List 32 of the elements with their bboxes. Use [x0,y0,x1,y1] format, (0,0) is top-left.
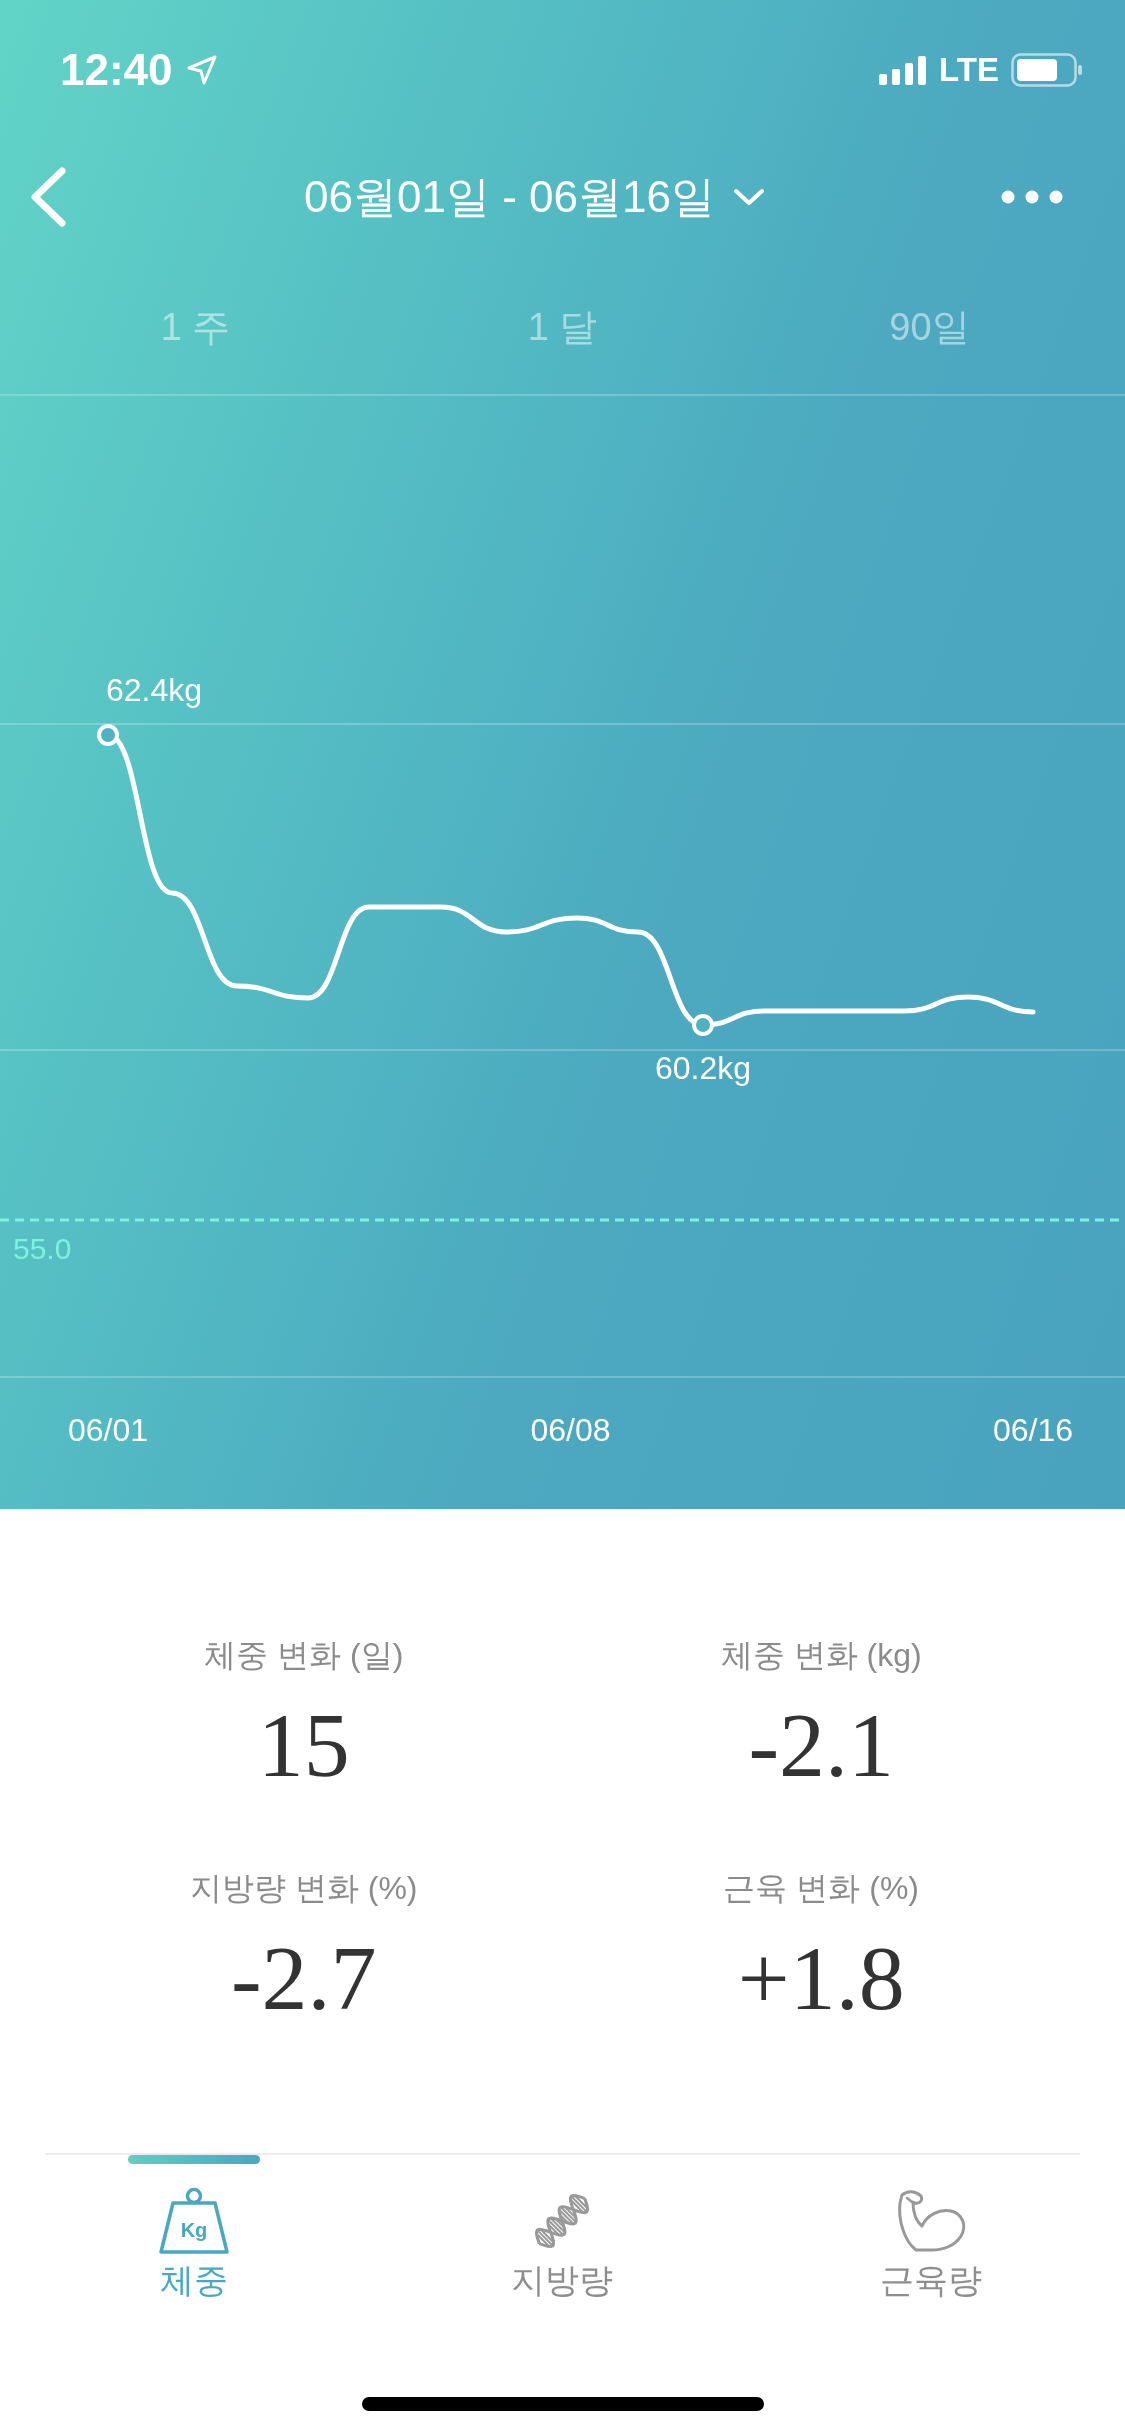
caret-icon [732,187,765,207]
period-tab[interactable]: 1 달 [511,297,614,359]
point-marker-icon [692,1014,714,1036]
point-value-label: 62.4kg [106,674,203,706]
location-arrow-icon [186,55,217,85]
stat-value: 15 [257,1695,350,1795]
stat-label: 지방량 변화 (%) [189,1869,418,1908]
x-axis-label: 06/08 [530,1414,611,1446]
stat-label: 체중 변화 (kg) [720,1636,922,1675]
point-value-label: 60.2kg [654,1052,752,1084]
period-tab[interactable]: 1 주 [144,297,247,359]
bottom-tab[interactable]: 지방량 [492,2155,633,2302]
x-axis-label: 06/16 [992,1414,1074,1446]
more-button[interactable] [1001,190,1063,204]
network-type: LTE [939,51,999,89]
stat-label: 근육 변화 (%) [723,1869,919,1908]
stat-value: -2.1 [748,1695,895,1795]
date-range-dropdown[interactable]: 06월01일 - 06월16일 [304,170,765,224]
battery-icon [1011,53,1083,87]
back-icon [28,166,68,228]
back-button[interactable] [28,166,68,228]
stat-value: +1.8 [737,1928,905,2028]
status-time: 12:40 [60,45,173,95]
stat-label: 체중 변화 (일) [204,1636,404,1675]
more-icon [1001,190,1063,204]
bottom-tab[interactable]: 근육량 [860,2155,1001,2302]
stat-value: -2.7 [230,1928,377,2028]
period-tab[interactable]: 90일 [873,297,986,359]
x-axis-label: 06/01 [67,1414,149,1446]
bottom-tab[interactable]: Kg 체중 [124,2155,265,2302]
point-marker-icon [97,724,119,746]
signal-icon [879,55,928,85]
